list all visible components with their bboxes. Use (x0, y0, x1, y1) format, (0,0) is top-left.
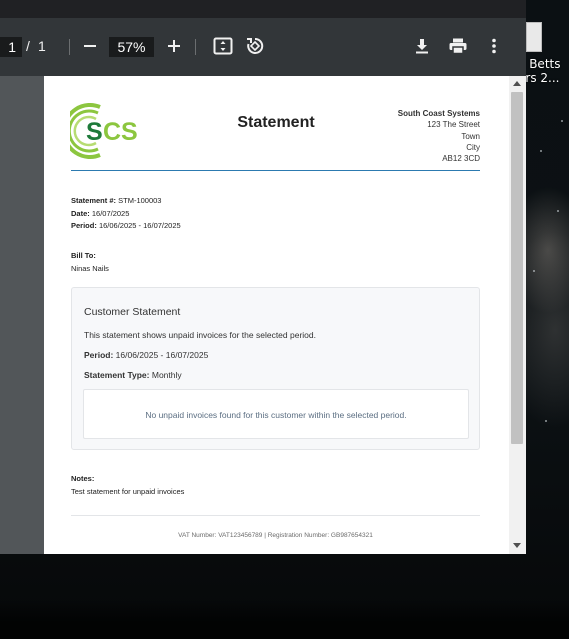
scrollbar-thumb[interactable] (511, 92, 523, 444)
star (545, 420, 547, 422)
page-total: 1 (38, 38, 46, 54)
statement-date-label: Date: (71, 208, 90, 218)
statement-number-label: Statement #: (71, 196, 117, 205)
notes-text: Test statement for unpaid invoices (71, 486, 185, 496)
panel-period-value: 16/06/2025 - 16/07/2025 (115, 350, 209, 360)
statement-period-value: 16/06/2025 - 16/07/2025 (98, 221, 181, 230)
panel-description: This statement shows unpaid invoices for… (84, 330, 316, 340)
file-icon (526, 22, 542, 52)
zoom-in-icon[interactable] (162, 34, 186, 58)
page-separator: / (26, 38, 30, 54)
bill-to-label: Bill To: (71, 251, 96, 260)
statement-period-row: Period: 16/06/2025 - 16/07/2025 (71, 220, 181, 233)
scroll-up-arrow-icon[interactable] (511, 78, 523, 88)
toolbar-divider (69, 39, 70, 55)
panel-type-row: Statement Type: Monthly (84, 370, 182, 380)
customer-statement-panel: Customer Statement This statement shows … (71, 287, 480, 450)
company-address-line: City (466, 142, 480, 152)
company-address-line: Town (461, 131, 480, 141)
company-address-line: 123 The Street (427, 120, 480, 130)
statement-date-value: 16/07/2025 (91, 208, 130, 218)
rotate-icon[interactable] (243, 34, 267, 58)
bill-to-name: Ninas Nails (71, 263, 109, 273)
company-address-block: South Coast Systems 123 The Street Town … (398, 108, 480, 164)
more-options-icon[interactable] (482, 34, 506, 58)
pdf-page: S CS Statement South Coast Systems 123 T… (44, 76, 509, 554)
footer-divider (71, 515, 480, 516)
notes-label: Notes: (71, 474, 95, 483)
notes-block: Notes: Test statement for unpaid invoice… (71, 473, 184, 498)
svg-text:CS: CS (103, 118, 138, 146)
footer-registration: VAT Number: VAT123456789 | Registration … (178, 532, 373, 539)
star (557, 210, 559, 212)
statement-meta: Statement #: STM-100003 Date: 16/07/2025… (71, 195, 181, 233)
print-icon[interactable] (446, 34, 470, 58)
fit-page-icon[interactable] (211, 34, 235, 58)
statement-period-label: Period: (71, 221, 97, 230)
panel-type-label: Statement Type: (84, 370, 150, 380)
zoom-out-icon[interactable] (78, 34, 102, 58)
company-logo: S CS (62, 103, 148, 159)
pdf-viewer-window: 1 / 1 57% S CS Statement South Coast Sys… (0, 0, 526, 554)
empty-invoices-message: No unpaid invoices found for this custom… (83, 389, 469, 439)
page-number-input[interactable]: 1 (0, 37, 22, 57)
scroll-down-arrow-icon[interactable] (511, 540, 523, 550)
statement-date-row: Date: 16/07/2025 (71, 208, 181, 221)
tree-silhouette (0, 599, 569, 639)
star (540, 150, 542, 152)
download-icon[interactable] (410, 34, 434, 58)
bill-to-block: Bill To: Ninas Nails (71, 250, 109, 275)
panel-period-label: Period: (84, 350, 114, 360)
header-divider (71, 170, 480, 171)
viewer-left-margin (0, 76, 44, 554)
svg-text:S: S (86, 118, 103, 146)
pdf-toolbar: 1 / 1 57% (0, 18, 526, 76)
statement-number-row: Statement #: STM-100003 (71, 195, 181, 208)
toolbar-divider (195, 39, 196, 55)
zoom-level-input[interactable]: 57% (109, 37, 154, 57)
panel-period-row: Period: 16/06/2025 - 16/07/2025 (84, 350, 208, 360)
panel-title: Customer Statement (84, 306, 181, 318)
company-postcode: AB12 3CD (442, 154, 480, 164)
document-title: Statement (237, 114, 315, 131)
star (533, 270, 535, 272)
window-titlebar (0, 0, 526, 18)
star (561, 120, 563, 122)
panel-type-value: Monthly (151, 370, 182, 380)
company-name: South Coast Systems (397, 109, 480, 118)
statement-number-value: STM-100003 (118, 196, 162, 205)
